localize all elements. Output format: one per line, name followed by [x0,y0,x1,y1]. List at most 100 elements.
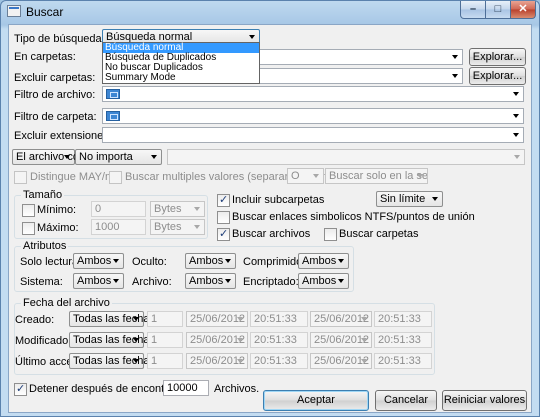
chevron-down-icon [432,197,438,201]
symlinks-checkbox[interactable] [217,211,230,224]
chevron-down-icon [313,174,319,178]
chevron-down-icon [133,317,139,321]
search-files-label: Buscar archivos [232,228,311,240]
min-size-checkbox[interactable] [22,204,35,217]
chevron-down-icon [513,114,519,118]
readonly-label: Solo lectura: [20,256,82,268]
date-row-label: Creado: [15,314,55,326]
distinguish-case-checkbox[interactable] [14,171,27,184]
min-size-unit-select[interactable]: Bytes [150,201,205,217]
chevron-down-icon [361,338,367,342]
filter-chip-icon[interactable] [106,111,120,121]
chevron-down-icon [113,259,119,263]
cancel-button[interactable]: Cancelar [375,390,437,411]
max-size-label: Máximo: [37,222,79,234]
encrypted-select[interactable]: Ambos [298,273,349,289]
search-dialog-window: Buscar – □ ✕ Tipo de búsqueda: Búsqueda … [0,0,540,417]
window-title: Buscar [26,5,64,19]
files-unit-label: Archivos. [214,383,260,395]
filter-chip-icon[interactable] [106,89,120,99]
hidden-select[interactable]: Ambos [185,253,236,269]
exclude-folders-label: Excluir carpetas: [14,72,96,84]
title-bar[interactable]: Buscar – □ ✕ [1,1,539,23]
date-from-picker[interactable]: 25/06/2012 [186,353,248,369]
time-to-input[interactable]: 20:51:33 [374,332,432,348]
chevron-down-icon [225,259,231,263]
chevron-down-icon [361,359,367,363]
date-to-picker[interactable]: 25/06/2012 [310,332,372,348]
date-to-picker[interactable]: 25/06/2012 [310,311,372,327]
date-mode-select[interactable]: Todas las fecha [69,332,149,348]
browse-folders-button[interactable]: Explorar... [469,48,526,66]
compressed-select[interactable]: Ambos [298,253,349,269]
content-text-input[interactable] [167,149,525,165]
multi-values-checkbox[interactable] [109,171,122,184]
multi-count-value: O [291,170,300,182]
include-subfolders-checkbox[interactable] [217,193,230,207]
system-select[interactable]: Ambos [73,273,124,289]
max-size-unit-select[interactable]: Bytes [150,219,205,235]
maximize-button[interactable]: □ [485,1,511,19]
max-size-input[interactable]: 1000 [91,219,146,235]
chevron-down-icon [194,225,200,229]
exclude-extensions-label: Excluir extensiones: [14,130,112,142]
chevron-down-icon [513,133,519,137]
dates-group-title: Fecha del archivo [21,296,112,310]
chevron-down-icon [113,279,119,283]
time-to-input[interactable]: 20:51:33 [374,353,432,369]
importance-value: No importa [79,151,133,163]
search-type-dropdown: Búsqueda normal Búsqueda de Duplicados N… [102,42,260,84]
chevron-down-icon [452,55,458,59]
date-from-picker[interactable]: 25/06/2012 [186,311,248,327]
min-size-input[interactable]: 0 [91,201,146,217]
chevron-down-icon [237,338,243,342]
date-to-picker[interactable]: 25/06/2012 [310,353,372,369]
stop-count-input[interactable]: 10000 [163,380,209,396]
time-from-input[interactable]: 20:51:33 [250,332,308,348]
chevron-down-icon [133,359,139,363]
date-count-input[interactable]: 1 [147,353,183,369]
chevron-down-icon [452,74,458,78]
search-type-label: Tipo de búsqueda: [14,33,105,45]
multi-count-select[interactable]: O [287,168,324,184]
dialog-client-area: Tipo de búsqueda: Búsqueda normal Búsque… [8,24,532,413]
search-type-option[interactable]: Summary Mode [103,73,259,83]
file-filter-input[interactable] [102,86,524,102]
readonly-select[interactable]: Ambos [73,253,124,269]
system-label: Sistema: [20,276,63,288]
date-count-input[interactable]: 1 [147,311,183,327]
time-from-input[interactable]: 20:51:33 [250,311,308,327]
chevron-down-icon [361,317,367,321]
time-to-input[interactable]: 20:51:33 [374,311,432,327]
reset-button[interactable]: Reiniciar valores [442,390,527,411]
close-button[interactable]: ✕ [510,1,536,19]
date-row-label: Modificado: [15,335,72,347]
attributes-group-title: Atributos [21,239,69,253]
date-from-picker[interactable]: 25/06/2012 [186,332,248,348]
search-files-checkbox[interactable] [217,227,230,241]
max-size-checkbox[interactable] [22,222,35,235]
sequence-select[interactable]: Buscar solo en la secuencia [325,168,428,184]
importance-select[interactable]: No importa [75,149,162,165]
depth-select[interactable]: Sin límite [376,191,443,207]
date-mode-select[interactable]: Todas las fecha [69,353,149,369]
browse-exclude-folders-button[interactable]: Explorar... [469,67,526,85]
accept-button[interactable]: Aceptar [263,390,369,411]
date-count-input[interactable]: 1 [147,332,183,348]
chevron-down-icon [417,174,423,178]
date-mode-select[interactable]: Todas las fecha [69,311,149,327]
exclude-extensions-input[interactable] [102,127,524,143]
hidden-label: Oculto: [132,256,167,268]
folder-filter-input[interactable] [102,108,524,124]
chevron-down-icon [64,155,70,159]
content-mode-select[interactable]: El archivo contiene: [12,149,112,165]
include-subfolders-label: Incluir subcarpetas [232,194,325,206]
chevron-down-icon [338,259,344,263]
search-folders-checkbox[interactable] [324,228,337,241]
archive-label: Archivo: [132,276,172,288]
archive-select[interactable]: Ambos [185,273,236,289]
time-from-input[interactable]: 20:51:33 [250,353,308,369]
size-group-title: Tamaño [21,188,65,202]
minimize-button[interactable]: – [460,1,486,19]
stop-after-checkbox[interactable] [14,382,27,396]
